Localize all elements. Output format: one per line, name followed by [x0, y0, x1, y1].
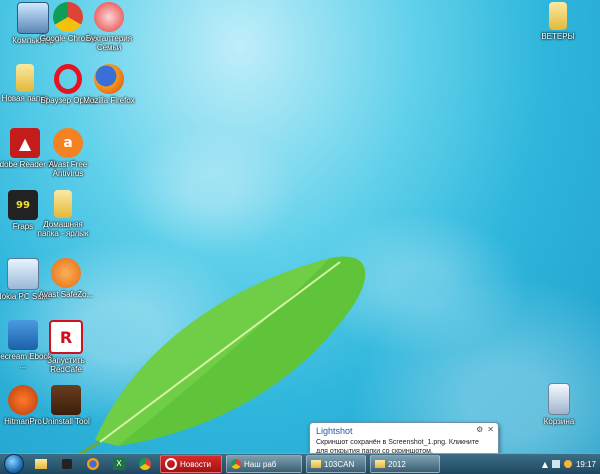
desktop-icon-avast-safezone[interactable]: Avast SafeZo...: [35, 258, 97, 299]
desktop-icon-family-accounting[interactable]: Бухгалтерия Семьи: [78, 2, 140, 52]
desktop-icon-avast[interactable]: a Avast Free Antivirus: [37, 128, 99, 178]
taskbar-task-label: 2012: [388, 459, 406, 469]
taskbar-task-folder-2012[interactable]: 2012: [370, 455, 440, 473]
folder-icon: [35, 459, 47, 469]
folder-icon: [549, 2, 567, 30]
folder-icon: [16, 64, 34, 92]
taskbar-pin-chrome[interactable]: [136, 456, 154, 472]
taskbar-task-label: Наш раб: [244, 459, 277, 469]
desktop-icon-label: ВЕТЕРЫ: [541, 32, 575, 41]
desktop-icon-label: Корзина: [543, 417, 575, 426]
taskbar: X Новости Наш раб 103CAN 2012 ▲ 19:17: [0, 453, 600, 474]
desktop-icon-redcafe[interactable]: R Запустить RedCafe: [35, 320, 97, 374]
avast-icon: a: [53, 128, 83, 158]
desktop-icon-label: Mozilla Firefox: [83, 96, 135, 105]
firefox-icon: [94, 64, 124, 94]
desktop-icon-recycle-bin[interactable]: Корзина: [528, 383, 590, 426]
desktop-icon-label: Avast Free Antivirus: [48, 160, 88, 178]
clock[interactable]: 19:17: [576, 460, 596, 469]
folder-shortcut-icon: [54, 190, 72, 218]
firefox-icon: [87, 458, 99, 470]
desktop-icon-firefox[interactable]: Mozilla Firefox: [78, 64, 140, 105]
system-tray: ▲ 19:17: [542, 454, 600, 474]
desktop-icon-veteran-folder[interactable]: ВЕТЕРЫ: [527, 2, 589, 41]
recycle-bin-icon: [548, 383, 570, 415]
close-icon[interactable]: ✕: [487, 425, 494, 434]
taskbar-pin-excel[interactable]: X: [110, 456, 128, 472]
chrome-icon: [231, 459, 241, 469]
opera-icon: [165, 458, 177, 470]
uninstall-tool-icon: [51, 385, 81, 415]
volume-icon[interactable]: [563, 460, 572, 468]
folder-icon: [375, 460, 385, 468]
settings-icon[interactable]: ⚙: [476, 425, 483, 434]
redcafe-icon: R: [49, 320, 83, 354]
folder-icon: [311, 460, 321, 468]
hitmanpro-icon: [8, 385, 38, 415]
taskbar-task-label: Новости: [180, 459, 211, 469]
adobe-reader-icon: ▲: [10, 128, 40, 158]
desktop-icon-label: Avast SafeZo...: [38, 290, 94, 299]
family-accounting-icon: [94, 2, 124, 32]
taskbar-task-chrome[interactable]: Наш раб: [226, 455, 302, 473]
media-player-icon: [62, 459, 72, 469]
taskbar-pin-firefox[interactable]: [84, 456, 102, 472]
taskbar-pin-media[interactable]: [58, 456, 76, 472]
chrome-icon: [139, 458, 151, 470]
desktop-icon-label: Uninstall Tool: [42, 417, 90, 426]
taskbar-task-label: 103CAN: [324, 459, 355, 469]
excel-icon: X: [113, 458, 125, 470]
taskbar-task-folder-103can[interactable]: 103CAN: [306, 455, 366, 473]
clock-time: 19:17: [575, 459, 596, 469]
desktop-icon-label: Бухгалтерия Семьи: [85, 34, 133, 52]
notification-title: Lightshot: [316, 426, 353, 436]
ebook-reader-icon: [8, 320, 38, 350]
taskbar-task-opera[interactable]: Новости: [160, 455, 222, 473]
show-hidden-icons-icon[interactable]: ▲: [542, 460, 548, 469]
avast-safezone-icon: [51, 258, 81, 288]
taskbar-pin-explorer[interactable]: [32, 456, 50, 472]
desktop-icon-uninstall-tool[interactable]: Uninstall Tool: [35, 385, 97, 426]
start-button[interactable]: [4, 454, 24, 474]
network-icon[interactable]: [551, 460, 560, 468]
desktop-icon-home-folder[interactable]: Домашняя папка - ярлык: [32, 190, 94, 238]
desktop-icon-label: Домашняя папка - ярлык: [37, 220, 89, 238]
desktop-icon-label: Запустить RedCafe: [47, 356, 85, 374]
